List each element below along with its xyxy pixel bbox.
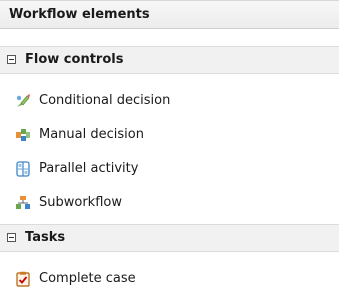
item-label: Conditional decision: [39, 93, 171, 108]
item-label: Manual decision: [39, 127, 144, 142]
group-label: Flow controls: [25, 52, 124, 67]
parallel-activity-icon: [16, 161, 30, 177]
item-label: Parallel activity: [39, 161, 139, 176]
list-item-complete-case[interactable]: Complete case: [0, 262, 339, 296]
manual-decision-icon: [16, 129, 30, 141]
list-item-parallel-activity[interactable]: Parallel activity: [0, 152, 339, 186]
item-label: Subworkflow: [39, 195, 122, 210]
subworkflow-icon: [16, 196, 30, 209]
item-label: Complete case: [39, 271, 136, 286]
group-label: Tasks: [25, 230, 66, 245]
conditional-decision-icon: [16, 94, 30, 107]
list-item-manual-decision[interactable]: Manual decision: [0, 118, 339, 152]
group-header-flow-controls[interactable]: Flow controls: [0, 46, 339, 74]
workflow-elements-panel: Workflow elements Flow controls Conditio…: [0, 0, 339, 298]
panel-title: Workflow elements: [0, 0, 339, 29]
group-header-tasks[interactable]: Tasks: [0, 224, 339, 252]
list-item-subworkflow[interactable]: Subworkflow: [0, 186, 339, 220]
collapse-toggle-icon[interactable]: [7, 233, 16, 242]
complete-case-icon: [16, 271, 30, 287]
collapse-toggle-icon[interactable]: [7, 55, 16, 64]
list-item-conditional-decision[interactable]: Conditional decision: [0, 84, 339, 118]
